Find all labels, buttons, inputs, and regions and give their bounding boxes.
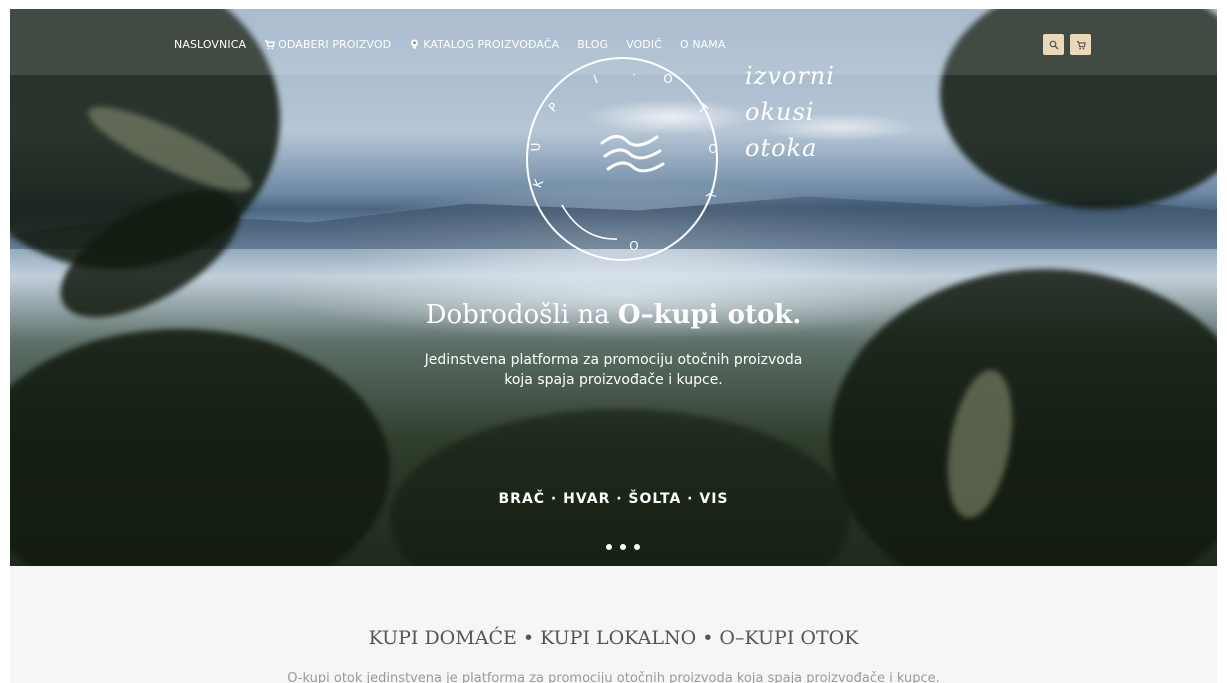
hero-islands: BRAČ · HVAR · ŠOLTA · VIS	[498, 491, 729, 507]
nav-item-label: NASLOVNICA	[174, 38, 247, 51]
cart-icon	[1076, 40, 1086, 49]
logo-arc	[561, 204, 618, 240]
leaf-center-bottom	[390, 409, 850, 566]
page-frame: NASLOVNICA ODABERI PROIZVOD KATALOG PROI…	[10, 9, 1217, 683]
nav-menu: NASLOVNICA ODABERI PROIZVOD KATALOG PROI…	[174, 38, 726, 51]
nav-item-naslovnica[interactable]: NASLOVNICA	[174, 38, 246, 51]
logo-letter: ·	[632, 68, 636, 82]
cart-button[interactable]	[1070, 34, 1091, 55]
logo-letter: O	[629, 239, 638, 253]
logo-letter: O	[708, 142, 717, 156]
cart-icon	[265, 40, 276, 50]
logo-letter: K	[530, 176, 546, 189]
nav-item-o-nama[interactable]: O NAMA	[680, 38, 726, 51]
logo-tagline: izvorni okusi otoka	[745, 58, 835, 166]
slider-dot[interactable]	[620, 544, 626, 550]
nav-item-label: VODIČ	[626, 38, 662, 51]
search-icon	[1049, 40, 1058, 49]
nav-item-blog[interactable]: BLOG	[577, 38, 608, 51]
section-text: O-kupi otok jedinstvena je platforma za …	[287, 671, 940, 683]
tagline-line: izvorni	[745, 62, 835, 90]
tagline-line: otoka	[745, 134, 818, 162]
slider-dot[interactable]	[606, 544, 612, 550]
hero-subtitle-line: koja spaja proizvođače i kupce.	[504, 372, 723, 388]
logo-letter: I	[592, 72, 600, 86]
nav-item-odaberi-proizvod[interactable]: ODABERI PROIZVOD	[264, 38, 391, 51]
nav-item-katalog-proizvodaca[interactable]: KATALOG PROIZVOĐAČA	[409, 38, 559, 51]
logo-letter: K	[702, 189, 719, 204]
tagline-line: okusi	[745, 98, 815, 126]
nav-item-label: KATALOG PROIZVOĐAČA	[423, 38, 560, 51]
hero-title: Dobrodošli na O–kupi otok.	[10, 300, 1217, 330]
site-logo[interactable]: K U P I · O T O K O	[522, 55, 722, 265]
nav-item-label: ODABERI PROIZVOD	[278, 38, 392, 51]
nav-item-label: BLOG	[577, 38, 609, 51]
hero-subtitle-line: Jedinstvena platforma za promociju otočn…	[424, 352, 803, 368]
logo-letter: U	[529, 143, 543, 152]
wave-icon	[600, 135, 665, 173]
hero-title-bold: O–kupi otok.	[617, 300, 802, 330]
logo-ring	[526, 57, 718, 261]
nav-item-vodic[interactable]: VODIČ	[626, 38, 662, 51]
hero-banner: NASLOVNICA ODABERI PROIZVOD KATALOG PROI…	[10, 9, 1217, 566]
slider-dots	[606, 544, 640, 550]
nav-item-label: O NAMA	[680, 38, 726, 51]
logo-letter: O	[663, 72, 672, 86]
map-pin-icon	[411, 39, 419, 50]
slider-dot[interactable]	[634, 544, 640, 550]
nav-buttons	[1043, 34, 1091, 55]
logo-letter: P	[546, 100, 561, 115]
hero-title-regular: Dobrodošli na	[425, 300, 618, 330]
search-button[interactable]	[1043, 34, 1064, 55]
section-title: KUPI DOMAĆE • KUPI LOKALNO • O–KUPI OTOK	[368, 627, 859, 649]
hero-subtitle: Jedinstvena platforma za promociju otočn…	[10, 350, 1217, 390]
